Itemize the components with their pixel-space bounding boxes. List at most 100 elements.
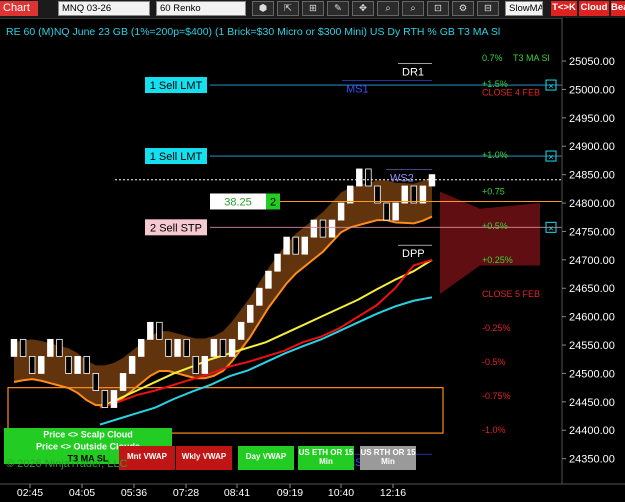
outer-cloud xyxy=(440,191,540,294)
brick-up xyxy=(74,355,81,374)
y-tick-label: 24900.00 xyxy=(569,141,615,153)
brick-down xyxy=(183,338,190,357)
y-tick-label: 25050.00 xyxy=(569,56,615,68)
brick-down xyxy=(19,338,27,357)
brick-up xyxy=(256,287,263,306)
position-pnl: 38.25 xyxy=(224,196,252,208)
price-axis: 25050.00 25000.00 24950.00 24900.00 24850.00… xyxy=(561,18,625,502)
brick-down xyxy=(101,390,109,408)
y-tick-label: 24600.00 xyxy=(569,312,615,324)
toolbar-tool-9-icon[interactable]: ⊟ xyxy=(477,1,499,16)
percent-level-label: -0.25% xyxy=(482,323,511,333)
brick-down xyxy=(292,236,299,255)
brick-up xyxy=(128,355,136,374)
order-label-text: 2 Sell STP xyxy=(150,222,202,234)
y-tick-label: 24750.00 xyxy=(569,226,615,238)
chart-canvas: 1 Sell LMT×25007.751 Sell LMT×24882.752 … xyxy=(0,18,625,502)
percent-level-label: T3 MA Sl xyxy=(513,53,550,63)
interval-selector[interactable]: 60 Renko xyxy=(156,1,246,16)
y-tick-label: 24700.00 xyxy=(569,255,615,267)
y-tick-label: 24950.00 xyxy=(569,113,615,125)
x-tick-label: 10:40 xyxy=(328,487,354,499)
cloud-button[interactable]: Cloud xyxy=(579,1,609,16)
percent-level-label: CLOSE 5 FEB xyxy=(482,289,540,299)
vwap-button-label: Wkly VWAP xyxy=(182,452,227,461)
y-tick-label: 24500.00 xyxy=(569,368,615,380)
percent-level-label: -0.75% xyxy=(482,391,511,401)
brick-up xyxy=(419,185,427,204)
brick-up xyxy=(337,202,345,221)
chart-title: RE 60 (M)NQ June 23 GB (1%=200p=$400) (1… xyxy=(6,26,500,38)
brick-up xyxy=(428,174,436,187)
y-tick-label: 24400.00 xyxy=(569,425,615,437)
percent-level-label: +0.25% xyxy=(482,255,513,265)
brick-down xyxy=(83,355,90,374)
brick-up xyxy=(356,168,363,187)
x-tick-label: 05:36 xyxy=(121,487,147,499)
brick-up xyxy=(228,338,236,357)
brick-up xyxy=(328,219,336,238)
y-tick-label: 24450.00 xyxy=(569,397,615,409)
brick-down xyxy=(365,168,372,187)
brick-up xyxy=(392,202,399,221)
pivot-level-label: MS1 xyxy=(346,83,369,95)
tck-button[interactable]: T<>K xyxy=(551,1,577,16)
brick-down xyxy=(56,338,63,357)
position-qty: 2 xyxy=(270,196,276,208)
y-tick-label: 24850.00 xyxy=(569,170,615,182)
opening-range-box xyxy=(7,387,444,434)
pivot-level-label: WS2 xyxy=(390,173,414,185)
toolbar-tool-2-icon[interactable]: ⊞ xyxy=(302,1,324,16)
percent-level-label: -0.5% xyxy=(482,357,506,367)
clouds xyxy=(7,176,540,434)
chart-tab[interactable]: Chart xyxy=(0,1,38,16)
brick-down xyxy=(92,373,99,391)
brick-up xyxy=(174,338,181,357)
brick-up xyxy=(147,321,154,340)
toolbar-tool-4-icon[interactable]: ✥ xyxy=(352,1,374,16)
toolbar-tool-7-icon[interactable]: ⊡ xyxy=(427,1,449,16)
y-tick-label: 25000.00 xyxy=(569,84,615,96)
cancel-order-glyph: × xyxy=(548,223,553,233)
toolbar-tool-8-icon[interactable]: ⚙ xyxy=(452,1,474,16)
brick-down xyxy=(319,219,327,238)
x-tick-label: 04:05 xyxy=(69,487,95,499)
toolbar: Chart MNQ 03-26 60 Renko ⬢ ⇱ ⊞ ✎ ✥ ⌕ ⌕ ⊡ ⚙ ⊟ Slow… xyxy=(0,0,625,19)
percent-level-label: +1.0% xyxy=(482,150,508,160)
vwap-button-label: Day VWAP xyxy=(246,452,287,461)
brick-down xyxy=(374,185,381,204)
x-tick-label: 08:41 xyxy=(224,487,250,499)
brick-down xyxy=(156,321,163,340)
indicator-selector[interactable]: SlowMA xyxy=(505,1,543,16)
brick-down xyxy=(192,355,199,374)
toolbar-tool-6-icon[interactable]: ⌕ xyxy=(402,1,424,16)
toolbar-tool-1-icon[interactable]: ⇱ xyxy=(277,1,299,16)
pivot-level-label: DPP xyxy=(402,248,425,260)
toolbar-tool-3-icon[interactable]: ✎ xyxy=(327,1,349,16)
percent-level-label: +0.75 xyxy=(482,187,505,197)
toolbar-tool-5-icon[interactable]: ⌕ xyxy=(377,1,399,16)
instrument-selector[interactable]: MNQ 03-26 xyxy=(58,1,150,16)
y-tick-label: 24550.00 xyxy=(569,340,615,352)
brick-up xyxy=(119,373,127,391)
y-tick-label: 24650.00 xyxy=(569,283,615,295)
vwap-button-label: Mnt VWAP xyxy=(127,452,168,461)
brick-up xyxy=(47,338,54,357)
order-label-text: 1 Sell LMT xyxy=(150,80,203,92)
percent-level-label: -1.0% xyxy=(482,425,506,435)
pivot-level-label: DR1 xyxy=(402,66,424,78)
brick-down xyxy=(28,355,36,374)
toolbar-tool-0-icon[interactable]: ⬢ xyxy=(252,1,274,16)
brick-up xyxy=(38,355,45,374)
signal-button-label: Price <> Scalp Cloud xyxy=(43,430,133,440)
percent-level-label: CLOSE 4 FEB xyxy=(482,87,540,97)
brick-up xyxy=(310,219,318,238)
cancel-order-glyph: × xyxy=(548,152,553,162)
x-tick-label: 12:16 xyxy=(380,487,406,499)
extra-button[interactable]: Bea xyxy=(611,1,625,16)
brick-down xyxy=(410,185,418,204)
percent-level-label: +0.5% xyxy=(482,221,508,231)
brick-up xyxy=(237,321,245,340)
brick-up xyxy=(10,338,18,357)
x-tick-label: 02:45 xyxy=(17,487,43,499)
